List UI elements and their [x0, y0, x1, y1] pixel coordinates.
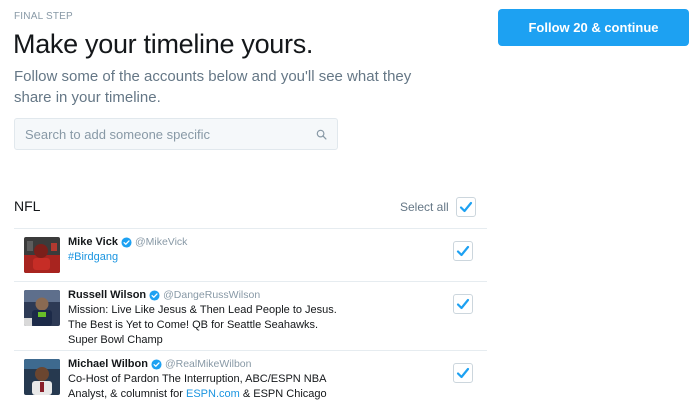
- search-icon[interactable]: [315, 128, 327, 140]
- account-row[interactable]: Michael Wilbon @RealMikeWilbon Co-Host o…: [14, 351, 487, 417]
- account-handle: @MikeVick: [134, 236, 188, 248]
- checkmark-icon: [459, 201, 473, 213]
- account-list: Mike Vick @MikeVick #Birdgang Russell Wi…: [14, 228, 487, 417]
- account-name[interactable]: Mike Vick: [68, 235, 118, 250]
- follow-checkbox[interactable]: [453, 294, 473, 314]
- follow-and-continue-button[interactable]: Follow 20 & continue: [498, 9, 689, 46]
- avatar[interactable]: [24, 290, 60, 326]
- select-all-label[interactable]: Select all: [400, 200, 449, 214]
- account-bio: Co-Host of Pardon The Interruption, ABC/…: [68, 372, 338, 402]
- bio-text: & ESPN Chicago: [239, 388, 327, 400]
- verified-badge-icon: [149, 290, 160, 301]
- search-input[interactable]: [25, 126, 315, 142]
- account-handle: @DangeRussWilson: [163, 289, 261, 301]
- checkmark-icon: [456, 245, 470, 257]
- follow-checkbox[interactable]: [453, 363, 473, 383]
- account-name[interactable]: Michael Wilbon: [68, 357, 148, 372]
- account-row[interactable]: Mike Vick @MikeVick #Birdgang: [14, 229, 487, 282]
- page-subtitle: Follow some of the accounts below and yo…: [14, 68, 412, 106]
- account-row[interactable]: Russell Wilson @DangeRussWilson Mission:…: [14, 282, 487, 351]
- name-line: Mike Vick @MikeVick: [68, 235, 487, 250]
- eyebrow-label: FINAL STEP: [14, 11, 73, 22]
- section-title: NFL: [14, 198, 41, 214]
- checkmark-icon: [456, 298, 470, 310]
- verified-badge-icon: [151, 359, 162, 370]
- name-line: Russell Wilson @DangeRussWilson: [68, 288, 487, 303]
- name-line: Michael Wilbon @RealMikeWilbon: [68, 357, 487, 372]
- account-handle: @RealMikeWilbon: [164, 358, 252, 370]
- avatar[interactable]: [24, 237, 60, 273]
- avatar[interactable]: [24, 359, 60, 395]
- follow-checkbox[interactable]: [453, 241, 473, 261]
- checkmark-icon: [456, 367, 470, 379]
- verified-badge-icon: [121, 237, 132, 248]
- account-bio: Mission: Live Like Jesus & Then Lead Peo…: [68, 304, 337, 346]
- page-title: Make your timeline yours.: [13, 29, 314, 59]
- bio-link[interactable]: ESPN.com: [186, 388, 240, 400]
- hashtag-link[interactable]: #Birdgang: [68, 251, 118, 263]
- select-all-checkbox[interactable]: [456, 197, 476, 217]
- account-bio: #Birdgang: [68, 250, 338, 265]
- account-name[interactable]: Russell Wilson: [68, 288, 146, 303]
- search-box: [14, 118, 338, 150]
